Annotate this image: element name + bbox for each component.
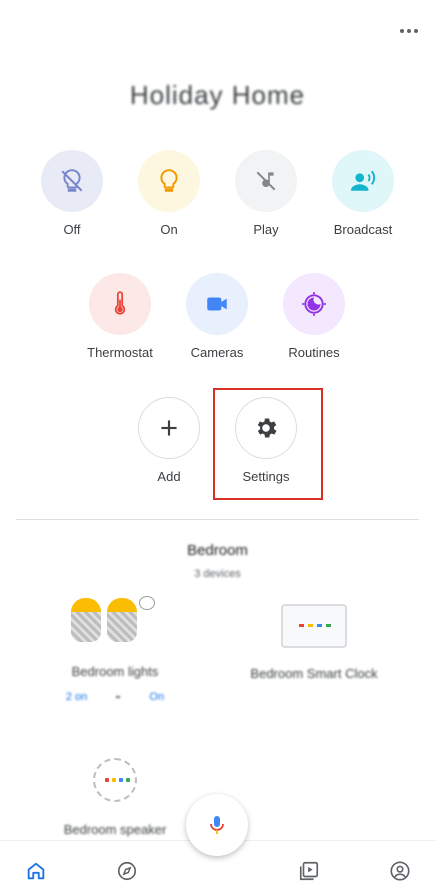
media-icon (299, 861, 319, 881)
compass-icon (117, 861, 137, 881)
device-bedroom-lights[interactable]: Bedroom lights 2 on On (40, 596, 190, 703)
thermostat-label: Thermostat (87, 345, 153, 360)
smart-display-icon (281, 604, 347, 648)
device-status-left: 2 on (65, 691, 88, 703)
more-horiz-icon (400, 29, 404, 33)
routines-action[interactable]: Routines (266, 273, 362, 360)
on-action[interactable]: On (121, 150, 217, 237)
lightbulb-icon (160, 169, 178, 192)
device-status-right[interactable]: On (149, 691, 164, 703)
cameras-action[interactable]: Cameras (169, 273, 265, 360)
add-label: Add (157, 469, 181, 484)
on-label: On (160, 222, 178, 237)
plus-icon (161, 420, 177, 436)
play-label: Play (253, 222, 279, 237)
nav-explore[interactable] (115, 859, 139, 883)
device-status: 2 on On (66, 691, 164, 703)
device-name: Bedroom lights (71, 664, 159, 679)
play-action[interactable]: Play (218, 150, 314, 237)
thermostat-action[interactable]: Thermostat (72, 273, 168, 360)
music-off-icon (256, 171, 276, 191)
room-subtitle: 3 devices (194, 568, 241, 580)
routines-label: Routines (288, 345, 340, 360)
nav-account[interactable] (388, 859, 412, 883)
broadcast-label: Broadcast (333, 222, 393, 237)
account-icon (390, 861, 410, 881)
room-title[interactable]: Bedroom (0, 542, 435, 559)
home-icon (27, 862, 45, 880)
speaker-icon (93, 758, 137, 802)
cameras-label: Cameras (190, 345, 244, 360)
voice-assistant-button[interactable] (186, 794, 248, 856)
off-action[interactable]: Off (24, 150, 120, 237)
routine-icon (302, 292, 326, 316)
device-bedroom-speaker[interactable]: Bedroom speaker (40, 758, 190, 837)
nav-media[interactable] (297, 859, 321, 883)
broadcast-action[interactable]: Broadcast (315, 150, 411, 237)
lightbulb-off-icon (61, 169, 83, 192)
off-label: Off (63, 222, 81, 237)
lights-group-icon (67, 596, 163, 656)
settings-highlight-box (213, 388, 323, 500)
home-title[interactable]: Holiday Home (0, 80, 435, 111)
section-divider (16, 519, 419, 520)
add-action[interactable]: Add (121, 397, 217, 484)
broadcast-icon (351, 170, 376, 191)
more-options-button[interactable] (397, 22, 421, 40)
nav-home[interactable] (24, 859, 48, 883)
device-name: Bedroom Smart Clock (250, 666, 378, 681)
mic-icon (210, 816, 224, 834)
thermometer-icon (114, 291, 126, 315)
device-name: Bedroom speaker (63, 822, 167, 837)
device-bedroom-smart-clock[interactable]: Bedroom Smart Clock (228, 596, 400, 681)
videocam-icon (207, 297, 227, 311)
